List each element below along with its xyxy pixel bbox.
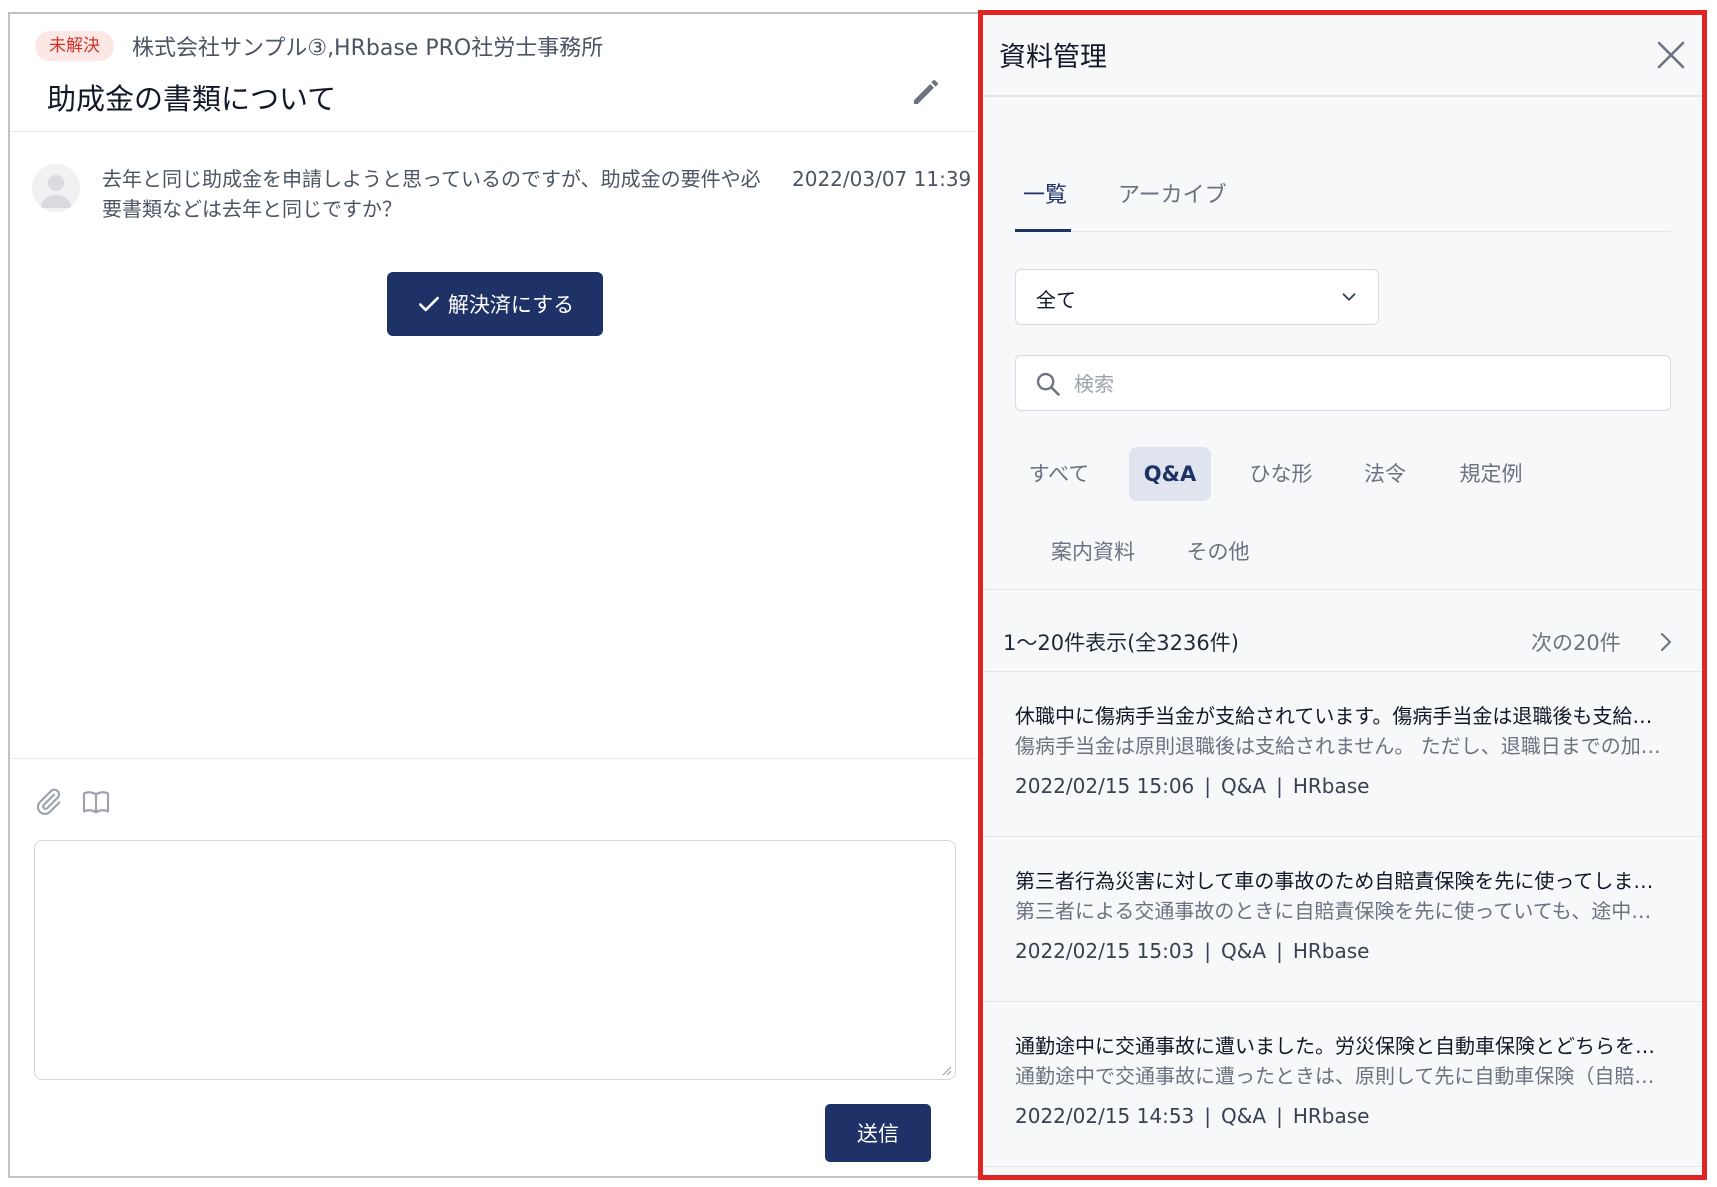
type-filter-select[interactable]: 全て [1015,269,1379,325]
chevron-down-icon [1342,293,1356,301]
document-category: Q&A [1221,774,1267,798]
pencil-icon [914,80,938,104]
document-source: HRbase [1292,774,1370,798]
document-source: HRbase [1292,1104,1370,1128]
document-meta: 2022/02/15 15:06 | Q&A | HRbase [1015,774,1370,798]
document-source: HRbase [1292,939,1370,963]
close-icon [1657,41,1685,69]
resolve-button[interactable]: 解決済にする [387,272,603,336]
document-meta: 2022/02/15 15:03 | Q&A | HRbase [1015,939,1370,963]
conversation-panel: 未解決 株式会社サンプル③,HRbase PRO社労士事務所 助成金の書類につい… [8,12,980,1178]
edit-title-button[interactable] [908,74,944,110]
paperclip-icon [36,788,61,815]
document-snippet: 第三者による交通事故のときに自賠責保険を先に使っていても、途中から労災保険に切り… [1015,899,1671,923]
document-date: 2022/02/15 14:53 [1015,1104,1195,1128]
divider [983,95,1702,97]
next-page-link[interactable]: 次の20件 [1531,627,1621,657]
category-regulation-example[interactable]: 規定例 [1441,447,1541,501]
category-guide-material[interactable]: 案内資料 [1033,525,1153,579]
divider [1015,231,1671,232]
close-button[interactable] [1651,35,1691,75]
document-category: Q&A [1221,939,1267,963]
document-list-item[interactable]: 休職中に傷病手当金が支給されています。傷病手当金は退職後も支給されますか？ 傷病… [983,672,1702,837]
avatar [32,164,80,212]
select-value: 全て [1036,288,1076,312]
company-name: 株式会社サンプル③,HRbase PRO社労士事務所 [132,36,604,61]
divider [10,758,978,759]
category-other[interactable]: その他 [1173,525,1263,579]
document-list-item[interactable]: 通勤途中に交通事故に遭いました。労災保険と自動車保険とどちらを使うべきですか？ … [983,1002,1702,1167]
resize-handle-icon[interactable] [938,1062,952,1076]
resolve-button-label: 解決済にする [447,293,575,317]
reply-textarea[interactable] [34,840,956,1080]
search-icon [1036,372,1060,396]
conversation-header: 未解決 株式会社サンプル③,HRbase PRO社労士事務所 助成金の書類につい… [10,14,978,132]
user-icon [40,175,72,208]
attach-file-button[interactable] [32,786,64,818]
search-input[interactable] [1074,366,1654,402]
panel-title: 資料管理 [999,42,1107,73]
category-qa[interactable]: Q&A [1129,447,1211,501]
result-count: 1～20件表示(全3236件) [1003,631,1239,655]
status-badge: 未解決 [35,31,114,61]
category-law[interactable]: 法令 [1347,447,1423,501]
document-category: Q&A [1221,1104,1267,1128]
send-button[interactable]: 送信 [825,1104,931,1162]
document-snippet: 通勤途中で交通事故に遭ったときは、原則して先に自動車保険（自賠責保険）を使います… [1015,1064,1671,1088]
divider [983,589,1702,590]
book-icon [82,791,110,814]
category-all[interactable]: すべて [1015,447,1103,501]
document-management-panel: 資料管理 一覧 アーカイブ 全て すべて Q&A ひな形 法令 規定例 案内資料… [978,10,1707,1180]
message-item: 去年と同じ助成金を申請しようと思っているのですが、助成金の要件や必要書類などは去… [32,160,971,230]
thread-title: 助成金の書類について [47,82,337,116]
document-title: 第三者行為災害に対して車の事故のため自賠責保険を先に使ってしまいました [1015,869,1671,893]
tab-archive[interactable]: アーカイブ [1118,177,1227,209]
document-list-item[interactable]: 第三者行為災害に対して車の事故のため自賠責保険を先に使ってしまいました 第三者に… [983,837,1702,1002]
category-template[interactable]: ひな形 [1233,447,1329,501]
document-title: 通勤途中に交通事故に遭いました。労災保険と自動車保険とどちらを使うべきですか？ [1015,1034,1671,1058]
document-date: 2022/02/15 15:06 [1015,774,1195,798]
document-title: 休職中に傷病手当金が支給されています。傷病手当金は退職後も支給されますか？ [1015,704,1671,728]
active-tab-indicator [1015,229,1071,232]
chevron-right-icon[interactable] [1655,629,1677,655]
library-button[interactable] [80,786,112,818]
document-snippet: 傷病手当金は原則退職後は支給されません。 ただし、退職日までの加入期間などの要件… [1015,734,1671,758]
message-timestamp: 2022/03/07 11:39 [792,167,972,191]
document-date: 2022/02/15 15:03 [1015,939,1195,963]
search-box [1015,355,1671,411]
message-text: 去年と同じ助成金を申請しようと思っているのですが、助成金の要件や必要書類などは去… [102,167,761,221]
check-icon [418,296,439,312]
document-meta: 2022/02/15 14:53 | Q&A | HRbase [1015,1104,1370,1128]
tab-list[interactable]: 一覧 [1023,177,1067,209]
